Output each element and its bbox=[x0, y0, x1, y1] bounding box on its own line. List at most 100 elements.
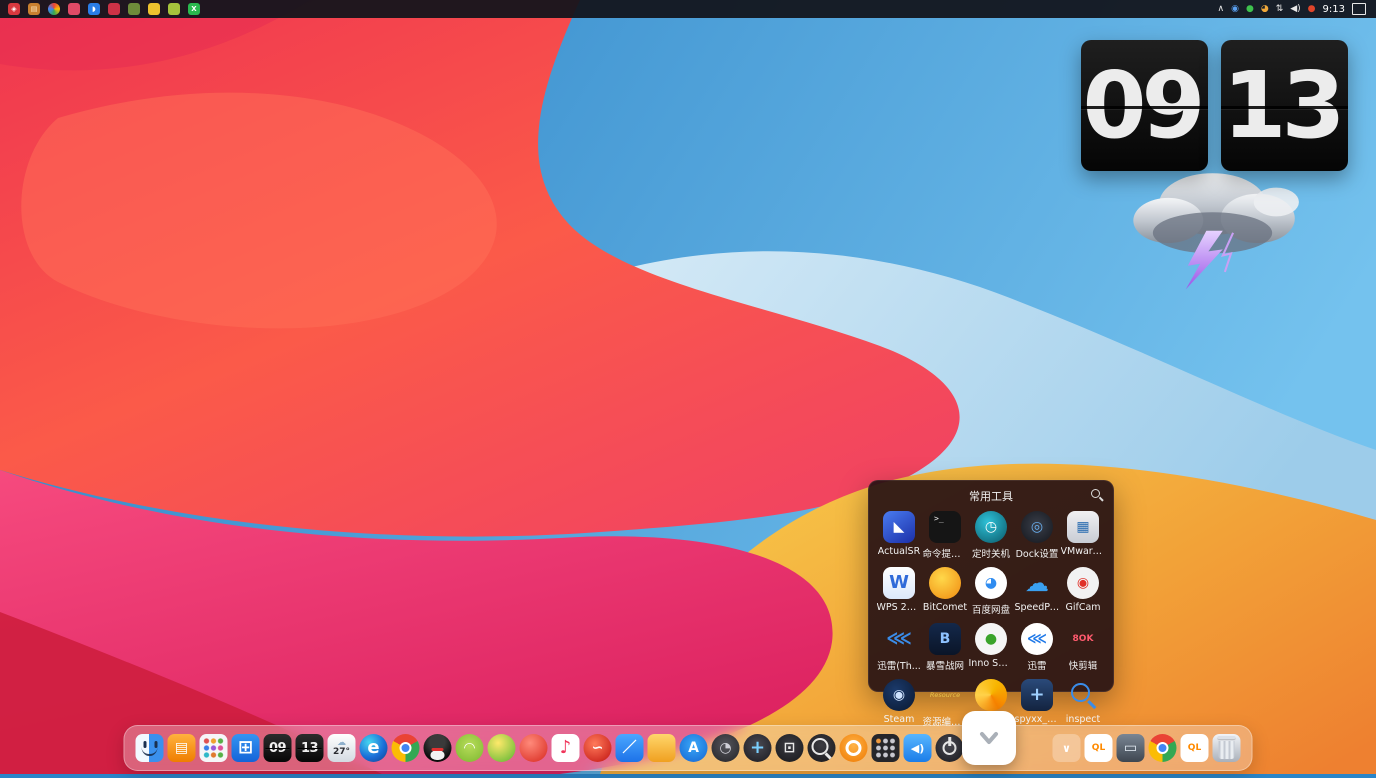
dock-icon-art: QL bbox=[1181, 734, 1209, 762]
toolbox-icon[interactable]: + bbox=[743, 730, 773, 766]
app-dock-settings[interactable]: ◎ Dock设置 bbox=[1014, 508, 1060, 564]
app-thunder-old[interactable]: ⋘ 迅雷(Th... bbox=[876, 620, 922, 676]
app-actualsr[interactable]: ◣ ActualSR bbox=[876, 508, 922, 564]
launchpad-icon[interactable] bbox=[199, 730, 229, 766]
taskbar-app-2[interactable]: ▤ bbox=[28, 3, 40, 15]
weather-widget-icon[interactable]: ☁27° bbox=[327, 730, 357, 766]
app-spyxx[interactable]: + spyxx_a... bbox=[1014, 676, 1060, 732]
app-cmd-prompt[interactable]: >_ 命令提示... bbox=[922, 508, 968, 564]
dock-icon-art: A bbox=[680, 734, 708, 762]
windows-start-icon[interactable]: ⊞ bbox=[231, 730, 261, 766]
shopping-basket-icon[interactable]: ▤ bbox=[167, 730, 197, 766]
gauge-icon[interactable]: ◔ bbox=[711, 730, 741, 766]
dock-icon-text: 27° bbox=[333, 748, 350, 757]
app-label: 资源编辑... bbox=[923, 714, 968, 728]
android-icon[interactable]: ◠ bbox=[455, 730, 485, 766]
app-vmware[interactable]: ▦ VMware... bbox=[1060, 508, 1106, 564]
tray-app-green-icon[interactable]: ● bbox=[1246, 5, 1254, 14]
red-ball-icon[interactable] bbox=[519, 730, 549, 766]
app-label: 快剪辑 bbox=[1069, 658, 1098, 672]
clock-time[interactable]: 9:13 bbox=[1323, 4, 1345, 15]
app-inno-setup[interactable]: ● Inno Set... bbox=[968, 620, 1014, 676]
ql-player-icon[interactable]: QL bbox=[1084, 730, 1114, 766]
dock-icon-glyph: + bbox=[750, 739, 765, 757]
app-icon-art: B bbox=[929, 623, 961, 655]
app-icon-art: ⋘ bbox=[883, 623, 915, 655]
app-baidu-netdisk[interactable]: ◕ 百度网盘 bbox=[968, 564, 1014, 620]
app-battlenet[interactable]: B 暴雪战网 bbox=[922, 620, 968, 676]
dock-icon-glyph: ◔ bbox=[719, 741, 731, 755]
app-store-icon[interactable]: A bbox=[679, 730, 709, 766]
app-speedpan[interactable]: ☁ SpeedPan bbox=[1014, 564, 1060, 620]
app-shutdown-timer[interactable]: ◷ 定时关机 bbox=[968, 508, 1014, 564]
screenshot-icon[interactable]: ⊡ bbox=[775, 730, 805, 766]
app-bitcomet[interactable]: BitComet bbox=[922, 564, 968, 620]
taskbar-app-7[interactable] bbox=[128, 3, 140, 15]
app-kuaijianji[interactable]: 8OK 快剪辑 bbox=[1060, 620, 1106, 676]
record-ring-icon[interactable] bbox=[839, 730, 869, 766]
finder-icon[interactable] bbox=[135, 730, 165, 766]
app-icon-glyph: ◷ bbox=[985, 520, 997, 534]
tray-chevron-up-icon[interactable]: ∧ bbox=[1218, 5, 1225, 14]
flip-clock-hour-icon[interactable]: 09 bbox=[263, 730, 293, 766]
color-wheel-icon[interactable] bbox=[1148, 730, 1178, 766]
red-swirl-icon[interactable]: ∽ bbox=[583, 730, 613, 766]
dock-icon-glyph: ▭ bbox=[1124, 741, 1137, 755]
collapse-popup-button[interactable] bbox=[962, 711, 1016, 765]
app-label: SpeedPan bbox=[1015, 602, 1060, 613]
app-icon-glyph: ◣ bbox=[894, 520, 905, 534]
chrome-icon[interactable] bbox=[391, 730, 421, 766]
app-icon-art: ◎ bbox=[1021, 511, 1053, 543]
taskbar-app-glyph: ◈ bbox=[11, 6, 16, 13]
tray-expand-icon[interactable]: ∨ bbox=[1052, 730, 1082, 766]
editor-icon[interactable]: ／ bbox=[615, 730, 645, 766]
tray-app-color-icon[interactable]: ◕ bbox=[1261, 5, 1269, 14]
edge-icon[interactable]: e bbox=[359, 730, 389, 766]
common-tools-popup: 常用工具 ◣ ActualSR >_ 命令提示... ◷ 定时关机 ◎ Dock… bbox=[868, 480, 1114, 692]
trash-icon[interactable] bbox=[1212, 730, 1242, 766]
flip-clock-minute-icon[interactable]: 13 bbox=[295, 730, 325, 766]
app-steam[interactable]: ◉ Steam bbox=[876, 676, 922, 732]
ql-player-2-icon[interactable]: QL bbox=[1180, 730, 1210, 766]
window-preview-icon[interactable]: ▭ bbox=[1116, 730, 1146, 766]
taskbar-app-3[interactable] bbox=[48, 3, 60, 15]
calculator-icon[interactable] bbox=[871, 730, 901, 766]
power-icon[interactable] bbox=[935, 730, 965, 766]
flip-clock-widget[interactable]: 09 13 bbox=[1081, 40, 1348, 171]
folder-icon[interactable] bbox=[647, 730, 677, 766]
taskbar-app-4[interactable] bbox=[68, 3, 80, 15]
taskbar-app-9[interactable] bbox=[168, 3, 180, 15]
taskbar-app-1[interactable]: ◈ bbox=[8, 3, 20, 15]
music-icon[interactable]: ♪ bbox=[551, 730, 581, 766]
dock-icon-art bbox=[648, 734, 676, 762]
dock-icon-text: 13 bbox=[301, 742, 318, 755]
search-icon[interactable] bbox=[807, 730, 837, 766]
app-gifcam[interactable]: ◉ GifCam bbox=[1060, 564, 1106, 620]
tray-ime-icon[interactable]: ● bbox=[1308, 5, 1316, 14]
app-icon-art: ☁ bbox=[1021, 567, 1053, 599]
app-icon-glyph: ◕ bbox=[985, 576, 997, 590]
app-inspect[interactable]: inspect bbox=[1060, 676, 1106, 732]
app-icon-glyph: ⋘ bbox=[1027, 632, 1047, 646]
dock-icon-art: e bbox=[360, 734, 388, 762]
app-xunlei[interactable]: ⋘ 迅雷 bbox=[1014, 620, 1060, 676]
green-ball-icon[interactable] bbox=[487, 730, 517, 766]
tray-volume-icon[interactable]: ◀) bbox=[1290, 5, 1300, 14]
app-icon-art: Resource bbox=[929, 679, 961, 711]
volume-icon[interactable]: ◀) bbox=[903, 730, 933, 766]
app-icon-glyph: ● bbox=[985, 632, 997, 646]
dock-icon-art: ◀) bbox=[904, 734, 932, 762]
taskbar-app-10[interactable]: X bbox=[188, 3, 200, 15]
app-wps-2019[interactable]: W WPS 2019 bbox=[876, 564, 922, 620]
dock-icon-art: ▤ bbox=[168, 734, 196, 762]
taskbar-app-8[interactable] bbox=[148, 3, 160, 15]
app-label: BitComet bbox=[923, 602, 967, 613]
taskbar-app-5[interactable]: ◗ bbox=[88, 3, 100, 15]
app-icon-art: >_ bbox=[929, 511, 961, 543]
tray-user-icon[interactable]: ◉ bbox=[1231, 5, 1239, 14]
search-icon[interactable] bbox=[1091, 489, 1104, 502]
action-center-icon[interactable] bbox=[1352, 3, 1366, 15]
taskbar-app-6[interactable] bbox=[108, 3, 120, 15]
tray-network-icon[interactable]: ⇅ bbox=[1276, 5, 1284, 14]
qq-icon[interactable] bbox=[423, 730, 453, 766]
